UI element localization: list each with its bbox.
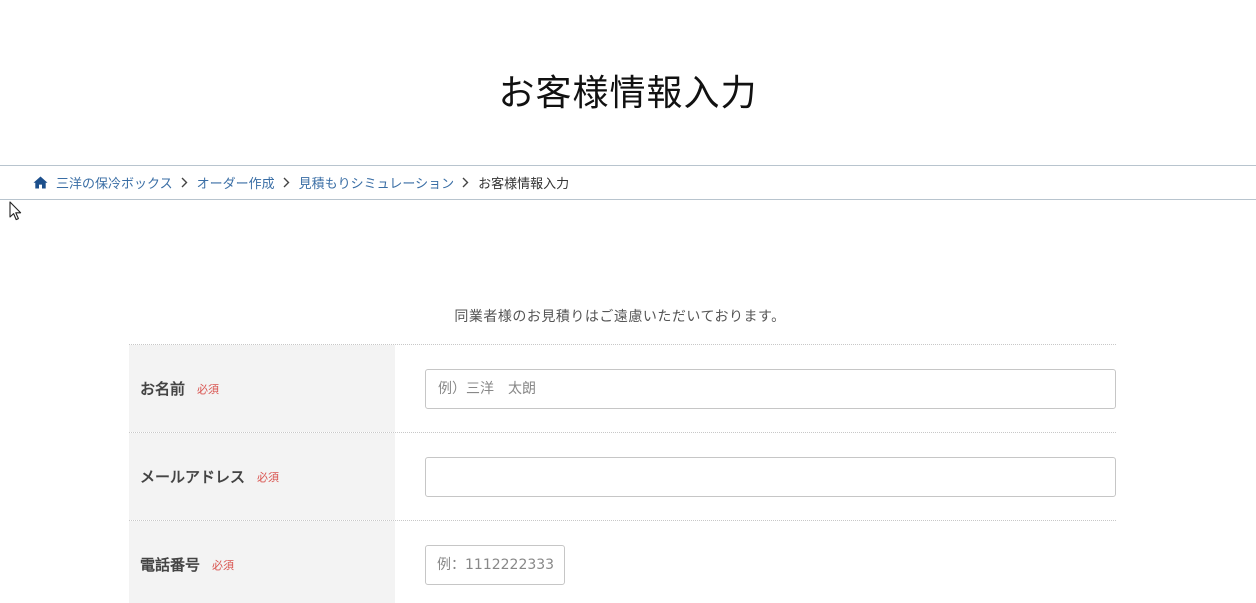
required-badge: 必須 (197, 382, 220, 396)
chevron-right-icon (462, 177, 469, 188)
form-input-cell (395, 521, 1116, 603)
notice-text: 同業者様のお見積りはご遠慮いただいております。 (454, 309, 786, 325)
name-label: お名前 (140, 380, 186, 398)
required-badge: 必須 (257, 470, 280, 484)
form-row-name: お名前 必須 (129, 345, 1116, 433)
form-label-cell: メールアドレス 必須 (129, 433, 395, 520)
mouse-cursor-icon (9, 201, 23, 225)
home-icon[interactable] (33, 176, 48, 189)
form-label-cell: お名前 必須 (129, 345, 395, 432)
breadcrumb-link-simulation[interactable]: 見積もりシミュレーション (299, 173, 454, 192)
breadcrumb-link-order[interactable]: オーダー作成 (197, 173, 275, 192)
form-input-cell (395, 433, 1116, 520)
page: お客様情報入力 三洋の保冷ボックス オーダー作成 見積もりシミュレーション お客… (0, 0, 1256, 603)
chevron-right-icon (181, 177, 188, 188)
form-row-email: メールアドレス 必須 (129, 433, 1116, 521)
name-input[interactable] (425, 368, 1116, 409)
customer-form: お名前 必須 メールアドレス 必須 電話番号 必須 (129, 344, 1116, 603)
page-title: お客様情報入力 (498, 73, 758, 114)
required-badge: 必須 (212, 558, 235, 572)
breadcrumb-link-top[interactable]: 三洋の保冷ボックス (56, 173, 173, 192)
form-row-phone: 電話番号 必須 (129, 521, 1116, 603)
email-label: メールアドレス (140, 468, 246, 486)
phone-label: 電話番号 (140, 556, 201, 574)
form-label-cell: 電話番号 必須 (129, 521, 395, 603)
breadcrumb: 三洋の保冷ボックス オーダー作成 見積もりシミュレーション お客様情報入力 (0, 165, 1256, 200)
phone-input[interactable] (425, 544, 565, 585)
breadcrumb-current: お客様情報入力 (478, 177, 570, 192)
form-input-cell (395, 345, 1116, 432)
email-input[interactable] (425, 456, 1116, 497)
chevron-right-icon (283, 177, 290, 188)
